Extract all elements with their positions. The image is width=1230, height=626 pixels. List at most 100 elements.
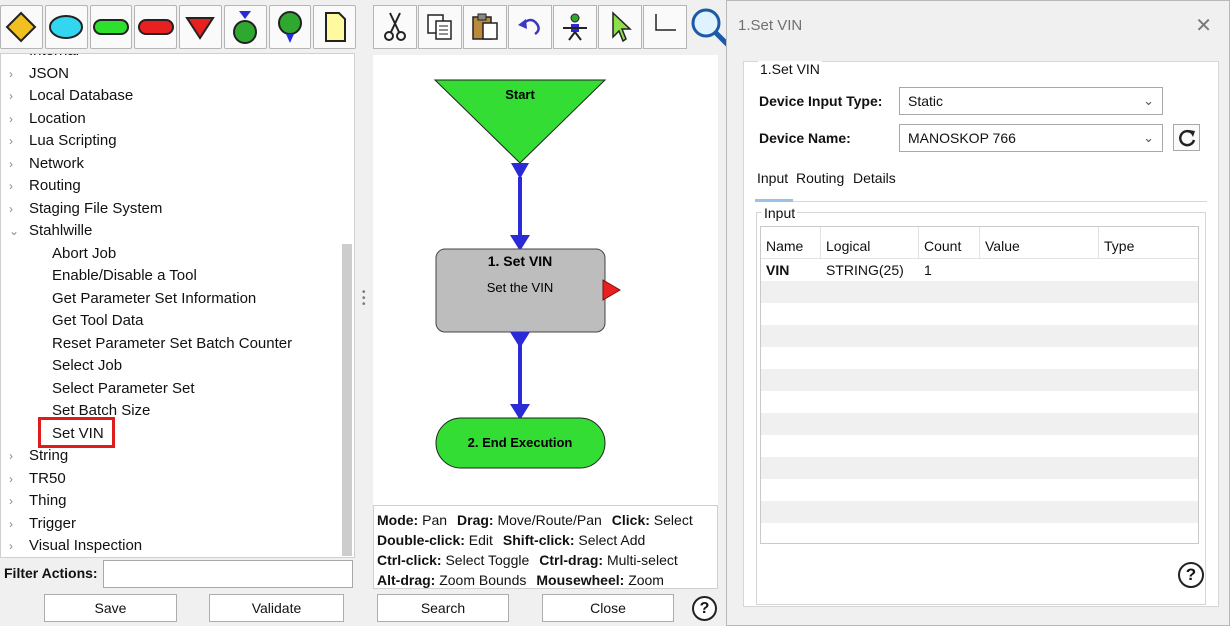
chevron-right-icon[interactable]: ›: [9, 490, 23, 512]
tab-routing[interactable]: Routing: [796, 170, 844, 186]
tree-scrollbar[interactable]: [342, 244, 352, 556]
column-header-name[interactable]: Name: [761, 227, 821, 259]
tree-item-label: String: [29, 447, 69, 464]
chevron-right-icon[interactable]: ›: [9, 198, 23, 220]
refresh-button[interactable]: [1173, 124, 1200, 151]
flow-canvas[interactable]: Start 1. Set VIN Set the VIN 2. End Exec…: [373, 55, 718, 505]
table-row-empty: [761, 435, 1198, 457]
copy-icon[interactable]: [418, 5, 462, 49]
tree-item-label: Location: [29, 109, 86, 127]
group-title: 1.Set VIN: [758, 61, 822, 77]
table-row-empty: [761, 479, 1198, 501]
tree-item-category[interactable]: › TR50: [1, 468, 341, 490]
tree-item-label: Reset Parameter Set Batch Counter: [52, 334, 293, 352]
chevron-right-icon[interactable]: ›: [9, 535, 23, 557]
table-row-empty: [761, 369, 1198, 391]
mode-help-line: Alt-drag: Zoom Bounds Mousewheel: Zoom: [377, 572, 664, 588]
tree-item-label: TR50: [29, 469, 66, 487]
chevron-right-icon[interactable]: ›: [9, 54, 23, 62]
tree-item-label: Select Job: [52, 357, 123, 374]
filter-label: Filter Actions:: [4, 565, 98, 581]
diamond-icon[interactable]: [0, 5, 43, 49]
tree-item-label: Local Database: [29, 87, 134, 104]
red-triangle-icon[interactable]: [179, 5, 222, 49]
layout-icon[interactable]: [553, 5, 597, 49]
close-icon[interactable]: ✕: [1195, 13, 1212, 38]
chevron-right-icon[interactable]: ›: [9, 445, 23, 467]
tree-item-action[interactable]: Enable/Disable a Tool: [1, 265, 341, 287]
chevron-down-icon: ⌄: [1143, 130, 1154, 145]
red-terminator-icon[interactable]: [134, 5, 177, 49]
chevron-right-icon[interactable]: ›: [9, 468, 23, 490]
active-tab-indicator: [755, 199, 793, 202]
refresh-icon: [1178, 129, 1195, 146]
device-name-label: Device Name:: [759, 130, 851, 146]
chevron-right-icon[interactable]: ›: [9, 108, 23, 130]
tree-item-category[interactable]: › Location: [1, 108, 341, 130]
pointer-icon[interactable]: [598, 5, 642, 49]
tree-item-action[interactable]: Abort Job: [1, 243, 341, 265]
error-port-icon[interactable]: [602, 279, 621, 301]
column-header-value[interactable]: Value: [980, 227, 1099, 259]
cut-icon[interactable]: [373, 5, 417, 49]
green-pin-icon[interactable]: [268, 5, 312, 49]
tree-item-category[interactable]: › Staging File System: [1, 198, 341, 220]
input-table[interactable]: Name Logical Count Value Type VIN STRING…: [760, 226, 1199, 544]
validate-button[interactable]: Validate: [209, 594, 344, 622]
chevron-right-icon[interactable]: ›: [9, 63, 23, 85]
splitter-handle[interactable]: • • •: [362, 288, 366, 310]
save-button[interactable]: Save: [44, 594, 177, 622]
chevron-right-icon[interactable]: ›: [9, 175, 23, 197]
undo-icon[interactable]: [508, 5, 552, 49]
help-icon[interactable]: ?: [692, 596, 717, 621]
tree-item-category[interactable]: › Lua Scripting: [1, 130, 341, 152]
chevron-right-icon[interactable]: ›: [9, 513, 23, 535]
table-row[interactable]: VIN STRING(25) 1: [761, 259, 1198, 281]
tree-item-category[interactable]: › String: [1, 445, 341, 467]
help-icon[interactable]: ?: [1178, 562, 1204, 588]
tree-item-label: Abort Job: [52, 244, 117, 262]
tree-item-category[interactable]: ⌄ Stahlwille: [1, 220, 341, 242]
chevron-down-icon[interactable]: ⌄: [9, 220, 23, 242]
action-tree: › Internal › JSON › Local Database › Location › L…: [0, 53, 355, 558]
note-icon[interactable]: [313, 5, 356, 49]
chevron-right-icon[interactable]: ›: [9, 153, 23, 175]
tab-input[interactable]: Input: [757, 170, 788, 186]
tree-item-action[interactable]: Get Tool Data: [1, 310, 341, 332]
tree-item-action[interactable]: Get Parameter Set Information: [1, 288, 341, 310]
filter-input[interactable]: [103, 560, 353, 588]
close-button[interactable]: Close: [542, 594, 674, 622]
column-header-logical[interactable]: Logical: [821, 227, 919, 259]
tree-item-action[interactable]: Select Parameter Set: [1, 378, 341, 400]
tree-item-action[interactable]: Reset Parameter Set Batch Counter: [1, 333, 341, 355]
tree-item-action[interactable]: Select Job: [1, 355, 341, 377]
device-input-type-select[interactable]: Static ⌄: [899, 87, 1163, 115]
start-node-label: Start: [505, 87, 535, 102]
tree-item-category[interactable]: › JSON: [1, 63, 341, 85]
table-header: Name Logical Count Value Type: [761, 227, 1198, 259]
paste-icon[interactable]: [463, 5, 507, 49]
tree-item-category[interactable]: › Thing: [1, 490, 341, 512]
column-header-type[interactable]: Type: [1099, 227, 1198, 259]
tree-item-category[interactable]: › Network: [1, 153, 341, 175]
tab-details[interactable]: Details: [853, 170, 896, 186]
input-group-title: Input: [762, 205, 798, 221]
mode-help-line: Mode: Pan Drag: Move/Route/Pan Click: Sele…: [377, 512, 693, 528]
device-name-select[interactable]: MANOSKOP 766 ⌄: [899, 124, 1163, 152]
column-header-count[interactable]: Count: [919, 227, 980, 259]
tree-item-category[interactable]: › Internal: [1, 54, 341, 62]
chevron-right-icon[interactable]: ›: [9, 130, 23, 152]
oval-icon[interactable]: [44, 5, 88, 49]
table-row-empty: [761, 391, 1198, 413]
tree-item-category[interactable]: › Routing: [1, 175, 341, 197]
tree-item-category[interactable]: › Visual Inspection: [1, 535, 341, 557]
search-button[interactable]: Search: [377, 594, 509, 622]
green-terminator-icon[interactable]: [89, 5, 133, 49]
tree-item-category[interactable]: › Local Database: [1, 85, 341, 107]
table-row-empty: [761, 303, 1198, 325]
route-icon[interactable]: [643, 5, 687, 49]
chevron-right-icon[interactable]: ›: [9, 85, 23, 107]
tree-item-category[interactable]: › Trigger: [1, 513, 341, 535]
tree-item-label: Get Tool Data: [52, 312, 144, 329]
green-circle-arrow-icon[interactable]: [223, 5, 267, 49]
